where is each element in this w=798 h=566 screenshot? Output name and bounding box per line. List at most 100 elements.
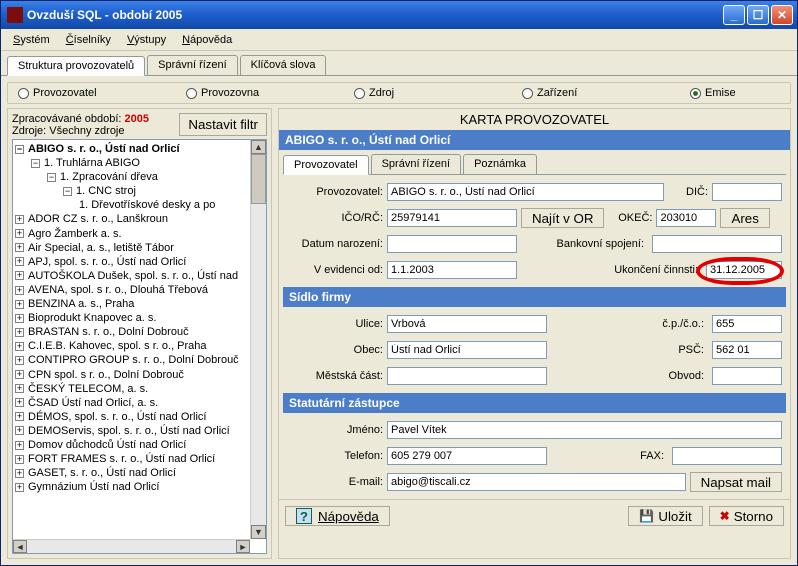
tree-item[interactable]: DEMOServis, spol. s. r. o., Ústí nad Orl… <box>28 425 230 437</box>
scroll-left-button[interactable]: ◄ <box>13 540 27 553</box>
tree-item[interactable]: Domov důchodců Ústí nad Orlicí <box>28 439 186 451</box>
najit-or-button[interactable]: Najít v OR <box>521 208 604 228</box>
subtab-spravni[interactable]: Správní řízení <box>371 154 461 174</box>
tree-item[interactable]: AUTOŠKOLA Dušek, spol. s. r. o., Ústí na… <box>28 270 238 282</box>
minimize-button[interactable]: _ <box>723 5 745 25</box>
radio-zdroj[interactable]: Zdroj <box>354 87 522 99</box>
tree-item[interactable]: ČESKÝ TELECOM, a. s. <box>28 383 148 395</box>
input-provozovatel[interactable] <box>387 183 664 201</box>
tree-toggle[interactable]: + <box>15 370 24 379</box>
tree-toggle[interactable]: + <box>15 300 24 309</box>
input-email[interactable] <box>387 473 686 491</box>
tree-toggle[interactable]: − <box>15 145 24 154</box>
tree-item[interactable]: BRASTAN s. r. o., Dolní Dobrouč <box>28 326 189 338</box>
save-button[interactable]: 💾Uložit <box>628 506 702 526</box>
tree-toggle[interactable]: + <box>15 229 24 238</box>
input-fax[interactable] <box>672 447 782 465</box>
horizontal-scrollbar[interactable]: ◄ ► <box>13 539 250 553</box>
tree-item[interactable]: 1. CNC stroj <box>76 185 136 197</box>
input-okec[interactable] <box>656 209 716 227</box>
tree-toggle[interactable]: + <box>15 328 24 337</box>
tree-toggle[interactable]: − <box>31 159 40 168</box>
tab-struktura[interactable]: Struktura provozovatelů <box>7 56 145 76</box>
subtab-poznamka[interactable]: Poznámka <box>463 154 537 174</box>
tree-toggle[interactable]: + <box>15 384 24 393</box>
input-ulice[interactable] <box>387 315 547 333</box>
menu-ciselniky[interactable]: Číselníky <box>58 32 119 48</box>
tree-toggle[interactable]: − <box>63 187 72 196</box>
close-button[interactable]: ✕ <box>771 5 793 25</box>
tree-item[interactable]: 1. Dřevotřískové desky a po <box>79 199 215 211</box>
tree-toggle[interactable]: + <box>15 314 24 323</box>
tab-spravni[interactable]: Správní řízení <box>147 55 237 75</box>
tree-toggle[interactable]: + <box>15 483 24 492</box>
tree-item[interactable]: C.I.E.B. Kahovec, spol. s r. o., Praha <box>28 340 207 352</box>
filter-button[interactable]: Nastavit filtr <box>179 113 267 136</box>
input-dic[interactable] <box>712 183 782 201</box>
subtab-provozovatel[interactable]: Provozovatel <box>283 155 369 175</box>
input-psc[interactable] <box>712 341 782 359</box>
tree-toggle[interactable]: + <box>15 342 24 351</box>
input-evidence-od[interactable] <box>387 261 517 279</box>
ares-button[interactable]: Ares <box>720 208 769 228</box>
tree-toggle[interactable]: + <box>15 426 24 435</box>
tree-toggle[interactable]: + <box>15 257 24 266</box>
tree-item[interactable]: Agro Žamberk a. s. <box>28 228 122 240</box>
tree-item[interactable]: ADOR CZ s. r. o., Lanškroun <box>28 214 168 226</box>
tree-toggle[interactable]: + <box>15 412 24 421</box>
input-mestska[interactable] <box>387 367 547 385</box>
input-jmeno[interactable] <box>387 421 782 439</box>
menu-napoveda[interactable]: Nápověda <box>174 32 240 48</box>
tree-item[interactable]: 1. Zpracování dřeva <box>60 171 158 183</box>
cancel-button[interactable]: ✖Storno <box>709 506 784 526</box>
scroll-down-button[interactable]: ▼ <box>251 525 266 539</box>
tree-view[interactable]: −ABIGO s. r. o., Ústí nad Orlicí −1. Tru… <box>12 139 267 554</box>
menu-system[interactable]: Systém <box>5 32 58 48</box>
tree-toggle[interactable]: + <box>15 215 24 224</box>
radio-provozovna[interactable]: Provozovna <box>186 87 354 99</box>
tree-item[interactable]: ČSAD Ústí nad Orlicí, a. s. <box>28 397 158 409</box>
tree-toggle[interactable]: + <box>15 455 24 464</box>
menu-vystupy[interactable]: Výstupy <box>119 32 174 48</box>
input-obvod[interactable] <box>712 367 782 385</box>
tree-toggle[interactable]: + <box>15 469 24 478</box>
tree-item[interactable]: Gymnázium Ústí nad Orlicí <box>28 481 159 493</box>
input-narozeni[interactable] <box>387 235 517 253</box>
scroll-right-button[interactable]: ► <box>236 540 250 553</box>
tree-item[interactable]: DÉMOS, spol. s. r. o., Ústí nad Orlicí <box>28 411 207 423</box>
input-obec[interactable] <box>387 341 547 359</box>
scroll-thumb[interactable] <box>251 154 266 204</box>
tree-item[interactable]: CONTIPRO GROUP s. r. o., Dolní Dobrouč <box>28 355 239 367</box>
tree-item[interactable]: GASET, s. r. o., Ústí nad Orlicí <box>28 467 176 479</box>
maximize-button[interactable]: ☐ <box>747 5 769 25</box>
scroll-up-button[interactable]: ▲ <box>251 140 266 154</box>
tree-item[interactable]: CPN spol. s r. o., Dolní Dobrouč <box>28 369 184 381</box>
tree-toggle[interactable]: + <box>15 398 24 407</box>
tree-toggle[interactable]: + <box>15 441 24 450</box>
napsat-mail-button[interactable]: Napsat mail <box>690 472 782 492</box>
tree-toggle[interactable]: + <box>15 271 24 280</box>
tree-toggle[interactable]: + <box>15 356 24 365</box>
tab-klicova[interactable]: Klíčová slova <box>240 55 327 75</box>
input-cpco[interactable] <box>712 315 782 333</box>
input-ukonceni[interactable] <box>706 261 782 279</box>
tree-toggle[interactable]: − <box>47 173 56 182</box>
tree-item[interactable]: Air Special, a. s., letiště Tábor <box>28 242 174 254</box>
input-icorc[interactable] <box>387 209 517 227</box>
radio-zarizeni[interactable]: Zařízení <box>522 87 690 99</box>
tree-item[interactable]: APJ, spol. s. r. o., Ústí nad Orlicí <box>28 256 186 268</box>
radio-provozovatel[interactable]: Provozovatel <box>18 87 186 99</box>
tree-item[interactable]: BENZINA a. s., Praha <box>28 298 134 310</box>
tree-toggle[interactable]: + <box>15 243 24 252</box>
input-bankovni[interactable] <box>652 235 782 253</box>
tree-item[interactable]: 1. Truhlárna ABIGO <box>44 157 140 169</box>
tree-item[interactable]: FORT FRAMES s. r. o., Ústí nad Orlicí <box>28 453 215 465</box>
tree-item[interactable]: Bioprodukt Knapovec a. s. <box>28 312 156 324</box>
help-button[interactable]: ?Nápověda <box>285 506 390 526</box>
tree-toggle[interactable]: + <box>15 286 24 295</box>
tree-root-label[interactable]: ABIGO s. r. o., Ústí nad Orlicí <box>28 143 180 155</box>
radio-emise[interactable]: Emise <box>690 87 780 99</box>
input-telefon[interactable] <box>387 447 547 465</box>
tree-item[interactable]: AVENA, spol. s r. o., Dlouhá Třebová <box>28 284 208 296</box>
vertical-scrollbar[interactable]: ▲ ▼ <box>250 140 266 539</box>
